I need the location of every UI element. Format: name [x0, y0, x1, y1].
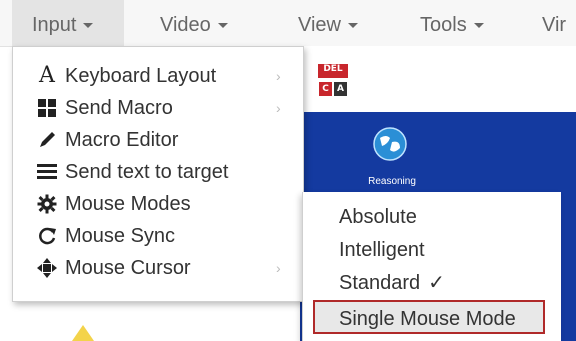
menu-tools-label: Tools — [420, 14, 467, 36]
chevron-down-icon — [348, 23, 358, 29]
globe-icon[interactable] — [372, 126, 408, 162]
submenu-item-intelligent[interactable]: Intelligent — [303, 233, 561, 267]
chevron-right-icon: › — [276, 68, 281, 84]
gear-icon — [35, 187, 59, 221]
menu-item-mouse-modes[interactable]: Mouse Modes — [13, 187, 303, 221]
submenu-item-single-mouse-mode[interactable]: Single Mouse Mode — [313, 300, 545, 334]
chevron-down-icon — [473, 23, 484, 29]
chevron-right-icon: › — [276, 100, 281, 116]
menu-item-label: Mouse Sync — [65, 225, 176, 247]
submenu-item-absolute[interactable]: Absolute — [303, 200, 561, 234]
menu-item-label: Mouse Modes — [65, 193, 191, 215]
menu-bar: Input Video View Tools Vir — [0, 0, 576, 47]
grid-icon — [35, 91, 59, 125]
chevron-right-icon: › — [276, 260, 281, 276]
ctrl-alt-del-icon[interactable]: DEL C A — [318, 64, 348, 98]
menu-item-label: Send text to target — [65, 161, 229, 183]
submenu-item-label: Single Mouse Mode — [339, 308, 516, 330]
mouse-modes-submenu: Absolute Intelligent Standard ✓ Single Mo… — [302, 192, 561, 341]
checkmark-icon: ✓ — [428, 272, 445, 294]
menu-input-label: Input — [32, 14, 77, 36]
menu-video-label: Video — [160, 14, 211, 36]
submenu-item-label: Intelligent — [339, 239, 425, 261]
chevron-down-icon — [83, 23, 94, 29]
menu-item-mouse-sync[interactable]: Mouse Sync — [13, 219, 303, 253]
menu-view-label: View — [298, 14, 341, 36]
submenu-item-label: Standard — [339, 272, 421, 294]
chevron-down-icon — [217, 23, 228, 29]
menu-virtual[interactable]: Vir — [542, 0, 566, 46]
menu-view[interactable]: View — [298, 0, 358, 46]
menu-item-mouse-cursor[interactable]: Mouse Cursor › — [13, 251, 303, 285]
menu-tools[interactable]: Tools — [420, 0, 484, 46]
pencil-icon — [35, 123, 59, 157]
menu-item-send-macro[interactable]: Send Macro › — [13, 91, 303, 125]
menu-item-label: Keyboard Layout — [65, 65, 217, 87]
menu-item-label: Mouse Cursor — [65, 257, 191, 279]
menu-item-label: Send Macro — [65, 97, 173, 119]
menu-video[interactable]: Video — [160, 0, 228, 46]
a-key: A — [334, 82, 347, 96]
menu-item-label: Macro Editor — [65, 129, 179, 151]
keyboard-layout-icon: A — [39, 63, 55, 88]
menu-virtual-label: Vir — [542, 14, 567, 36]
del-key: DEL — [318, 64, 348, 78]
desktop-shortcut-icon[interactable] — [68, 323, 98, 341]
move-icon — [35, 251, 59, 285]
menu-item-macro-editor[interactable]: Macro Editor — [13, 123, 303, 157]
menu-item-keyboard-layout[interactable]: A Keyboard Layout › — [13, 59, 303, 93]
c-key: C — [319, 82, 332, 96]
menu-input[interactable]: Input — [12, 0, 124, 46]
submenu-item-label: Absolute — [339, 206, 417, 228]
menu-item-send-text[interactable]: Send text to target — [13, 155, 303, 189]
desktop-icon-label: Reasoning — [368, 176, 416, 187]
submenu-item-standard[interactable]: Standard ✓ — [303, 266, 561, 300]
list-icon — [35, 155, 59, 189]
input-dropdown-menu: A Keyboard Layout › Send Macro › Macro E… — [12, 46, 304, 302]
refresh-icon — [35, 219, 59, 253]
